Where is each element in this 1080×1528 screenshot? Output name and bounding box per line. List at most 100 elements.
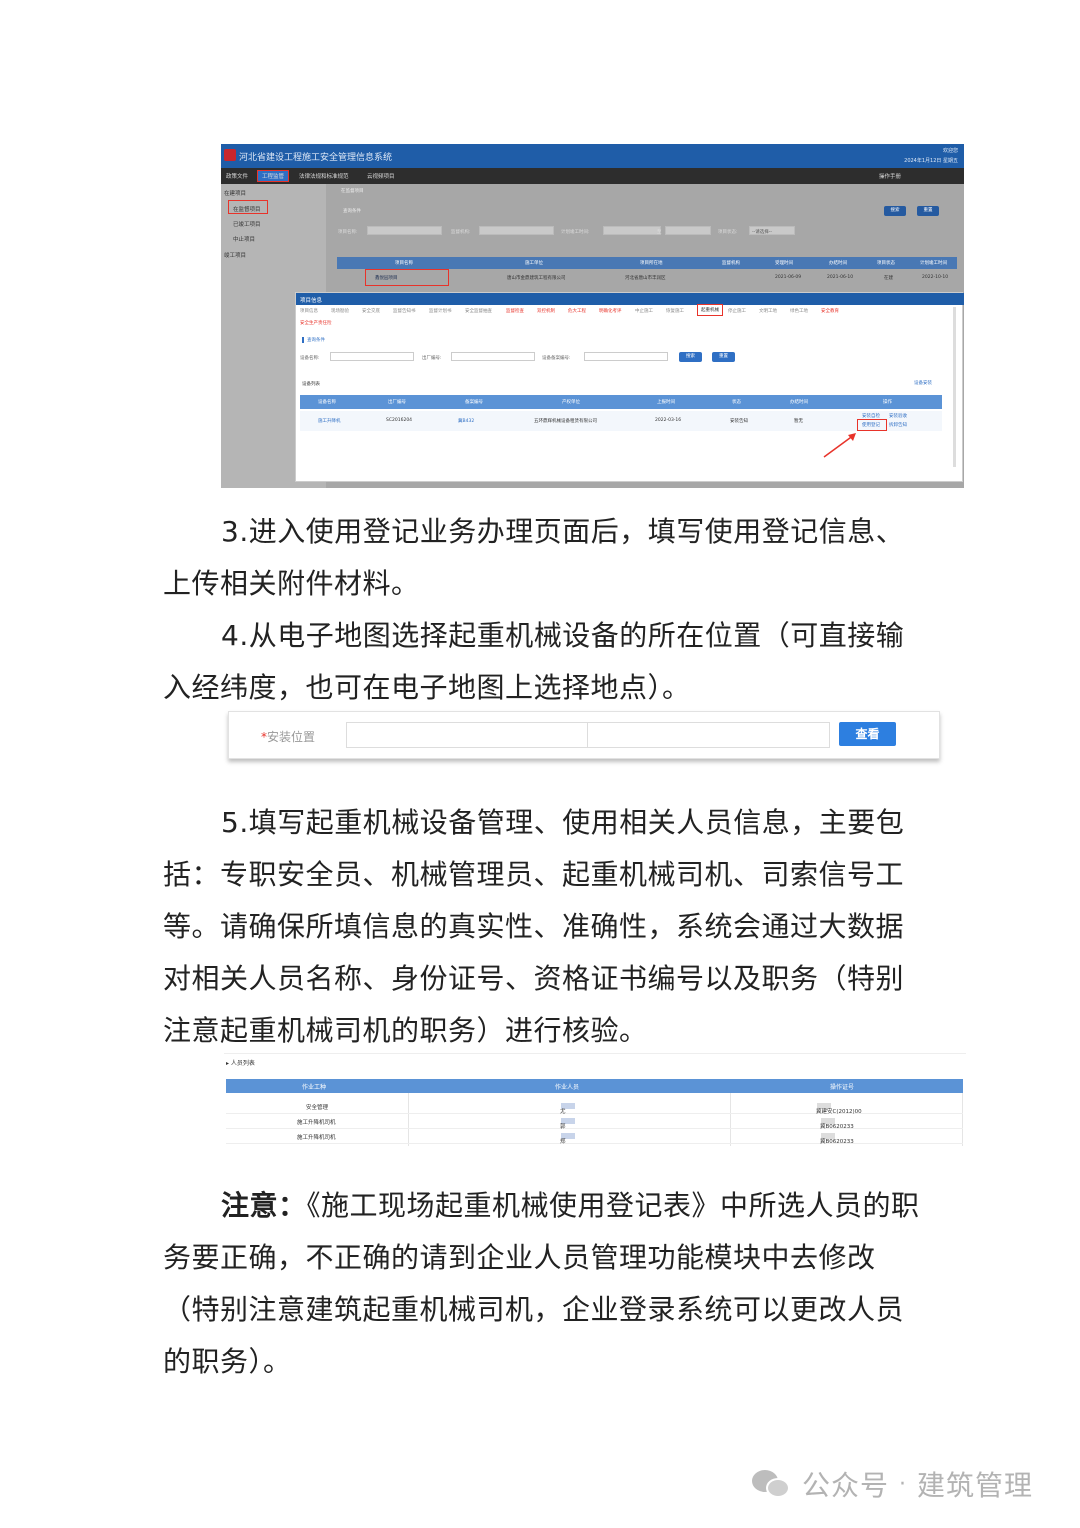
step-4-text: 4.从电子地图选择起重机械设备的所在位置（可直接输入经纬度，也可在电子地图上选择… <box>163 619 905 704</box>
col-ops: 操作 <box>883 400 892 405</box>
modal-tab[interactable]: 安全生产责任险 <box>300 320 332 326</box>
modal-filter-device-label: 设备名称: <box>300 356 320 361</box>
modal-tab[interactable]: 绿色工地 <box>790 308 808 314</box>
search-button[interactable]: 搜索 <box>884 206 906 216</box>
modal-tab[interactable]: 安全监督抽查 <box>465 308 492 314</box>
filter-date-label: 计划竣工时间: <box>561 230 590 235</box>
step-3-paragraph: 3.进入使用登记业务办理页面后，填写使用登记信息、上传相关附件材料。 <box>163 506 923 610</box>
device-row[interactable]: 施工升降机 SC2016204 冀B432 五环鼎辉机械设备租赁有限公司 202… <box>300 411 942 431</box>
filter-date-end[interactable] <box>665 226 711 235</box>
personnel-list-screenshot: ▸ 人员列表 作业工种 作业人员 操作证号 安全管理 尤 冀建安C(2012)0… <box>224 1053 966 1146</box>
sidebar-item-suspended[interactable]: 中止项目 <box>233 235 255 243</box>
modal-reset-button[interactable]: 重置 <box>712 352 735 362</box>
col-report-time: 上报时间 <box>657 400 675 405</box>
filter-date-to: 至 <box>657 230 662 235</box>
filter-status-value: --请选择-- <box>752 230 772 235</box>
breadcrumb-tab[interactable]: 在监督项目 <box>341 188 364 194</box>
col-finish-time: 办结时间 <box>829 261 847 266</box>
note-label: 注意： <box>221 1189 307 1222</box>
query-label: 查询条件 <box>343 209 361 214</box>
modal-tab[interactable]: 中止施工 <box>635 308 653 314</box>
modal-title: 项目信息 <box>296 293 964 305</box>
cell-accept-time: 2021-06-09 <box>775 275 802 280</box>
modal-scrollbar[interactable] <box>953 307 956 467</box>
modal-tab[interactable]: 监督检查 <box>506 308 524 314</box>
personnel-table-header: 作业工种 作业人员 操作证号 <box>226 1079 963 1093</box>
modal-tab[interactable]: 明确化考评 <box>599 308 622 314</box>
footer-account: 建筑管理 <box>917 1469 1034 1502</box>
modal-tab[interactable]: 双控机制 <box>537 308 555 314</box>
cell-status: 在建 <box>884 276 893 281</box>
table-row[interactable]: 安全管理 尤 冀建安C(2012)00 <box>226 1099 963 1115</box>
col-planned-date: 计划竣工时间 <box>920 261 947 266</box>
filter-agency-label: 监督机构: <box>451 230 471 235</box>
cell-job-type: 施工升降机司机 <box>297 1135 336 1141</box>
step-3-text: 3.进入使用登记业务办理页面后，填写使用登记信息、上传相关附件材料。 <box>163 515 905 600</box>
longitude-input[interactable] <box>346 722 588 748</box>
device-list-label: 设备列表 <box>302 382 320 387</box>
footer-watermark: 公众号 · 建筑管理 <box>752 1466 1033 1502</box>
menu-item-video[interactable]: 云视频项目 <box>367 172 395 180</box>
table-row[interactable]: 施工升降机司机 郑 冀B0620233 <box>226 1129 963 1145</box>
personnel-caption-text: 人员列表 <box>230 1060 255 1067</box>
manual-link[interactable]: 操作手册 <box>879 172 901 180</box>
view-map-button[interactable]: 查看 <box>839 722 896 746</box>
project-highlight-box <box>365 269 449 286</box>
modal-tab[interactable]: 监督告知书 <box>393 308 416 314</box>
cell-location: 河北省唐山市丰润区 <box>625 276 666 281</box>
cell-record: 冀B432 <box>458 419 475 424</box>
project-table-header: 项目名称 施工单位 项目所在地 监督机构 受理时间 办结时间 项目状态 计划竣工… <box>337 257 957 269</box>
modal-tab[interactable]: 停止施工 <box>728 308 746 314</box>
modal-filter-record-input[interactable] <box>584 352 668 361</box>
filter-date-start[interactable] <box>603 226 661 235</box>
filter-status-label: 项目状态: <box>718 230 738 235</box>
modal-tab[interactable]: 危大工程 <box>568 308 586 314</box>
system-screenshot: 河北省建设工程施工安全管理信息系统 欢迎您 2024年1月12日 星期五 政策文… <box>221 144 964 488</box>
wechat-icon <box>752 1468 792 1500</box>
cell-job-type: 施工升降机司机 <box>297 1120 336 1126</box>
modal-tab[interactable]: 项目信息 <box>300 308 318 314</box>
modal-search-button[interactable]: 搜索 <box>679 352 702 362</box>
header-user-info: 欢迎您 2024年1月12日 星期五 <box>904 146 958 166</box>
filter-agency-input[interactable] <box>479 226 554 235</box>
reset-button[interactable]: 重置 <box>917 206 939 216</box>
personnel-list-caption: ▸ 人员列表 <box>226 1060 255 1067</box>
modal-tab[interactable]: 文明工地 <box>759 308 777 314</box>
col-contractor: 施工单位 <box>525 261 543 266</box>
menu-item-laws[interactable]: 法律法规和标准规范 <box>299 172 349 180</box>
device-add-button[interactable]: 设备安装 <box>914 380 932 386</box>
filter-project-name-input[interactable] <box>367 226 442 235</box>
menu-item-policy[interactable]: 政策文件 <box>226 172 248 180</box>
registration-highlight-box <box>857 419 887 431</box>
cell-state: 安装告知 <box>730 419 748 424</box>
op-dismantle[interactable]: 拆卸告知 <box>889 422 907 428</box>
footer-dot: · <box>899 1471 908 1497</box>
welcome-text: 欢迎您 <box>942 148 958 154</box>
col-record: 备案编号 <box>465 400 483 405</box>
modal-tab[interactable]: 安全教育 <box>821 308 839 314</box>
app-logo-icon <box>224 149 236 161</box>
main-menu: 政策文件 工程监管 法律法规和标准规范 云视频项目 操作手册 <box>221 168 964 184</box>
table-row[interactable]: 施工升降机司机 郭 冀B0620233 <box>226 1114 963 1130</box>
latitude-input[interactable] <box>588 722 830 748</box>
modal-tab[interactable]: 监督计划书 <box>429 308 452 314</box>
modal-filter-device-input[interactable] <box>330 352 414 361</box>
sidebar-group-finished[interactable]: 竣工项目 <box>224 251 246 259</box>
menu-item-supervision[interactable]: 工程监管 <box>257 170 290 182</box>
col-finish: 办结时间 <box>790 400 808 405</box>
modal-tab[interactable]: 现场勘验 <box>331 308 349 314</box>
filter-project-name-label: 项目名称: <box>338 230 358 235</box>
modal-filter-serial-input[interactable] <box>451 352 535 361</box>
modal-tab[interactable]: 起重机械 <box>697 304 723 316</box>
op-acceptance[interactable]: 安装验收 <box>889 413 907 419</box>
cell-contractor: 唐山市金鼎建筑工程有限公司 <box>507 276 566 281</box>
sidebar-item-completed[interactable]: 已竣工项目 <box>233 220 261 228</box>
step-4-paragraph: 4.从电子地图选择起重机械设备的所在位置（可直接输入经纬度，也可在电子地图上选择… <box>163 610 923 714</box>
modal-tab[interactable]: 安全交底 <box>362 308 380 314</box>
location-input-screenshot: *安装位置 查看 <box>228 711 940 759</box>
sidebar-group-building[interactable]: 在建项目 <box>224 189 246 197</box>
install-location-text: 安装位置 <box>267 730 316 744</box>
col-worker: 作业人员 <box>555 1084 580 1091</box>
cell-device-name[interactable]: 施工升降机 <box>318 418 341 424</box>
modal-tab[interactable]: 恢复施工 <box>666 308 684 314</box>
